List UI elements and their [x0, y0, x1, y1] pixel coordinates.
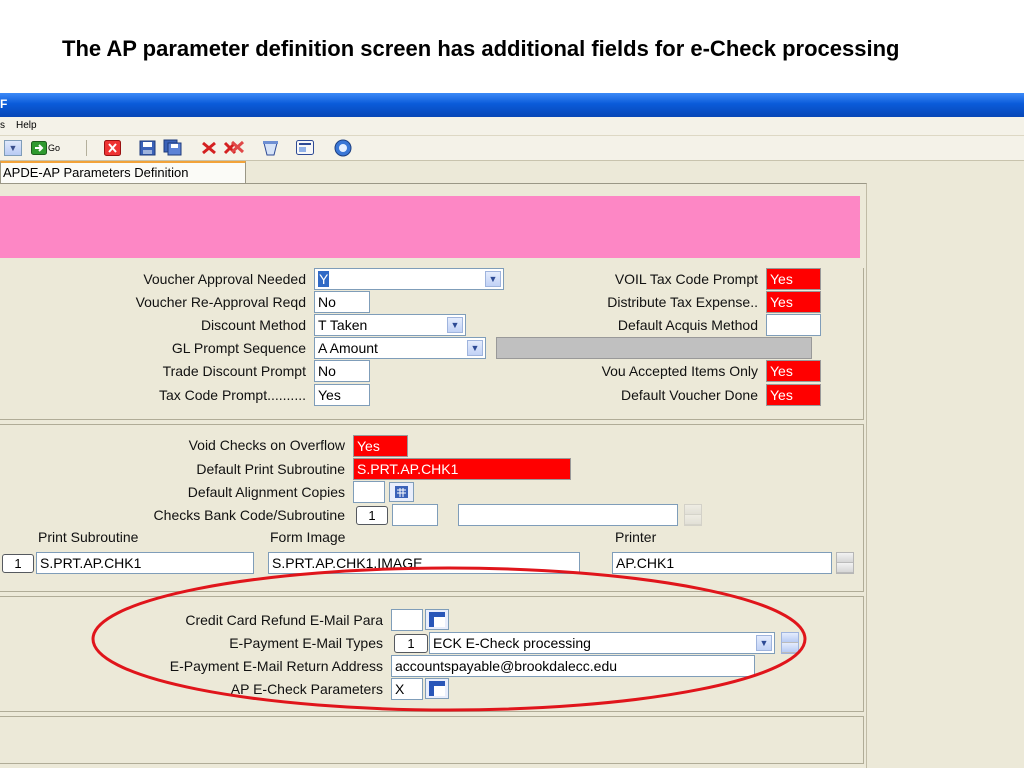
distribute-tax-expense-label: Distribute Tax Expense..	[607, 294, 758, 310]
chevron-down-icon[interactable]: ▼	[447, 317, 463, 333]
credit-card-refund-email-para-field[interactable]	[391, 609, 423, 631]
epayment-email-types-select[interactable]: ECK E-Check processing ▼	[429, 632, 775, 654]
process-combo-dropdown[interactable]: ▼	[4, 139, 22, 156]
voil-tax-code-prompt-label: VOIL Tax Code Prompt	[614, 271, 758, 287]
discount-method-label: Discount Method	[200, 317, 306, 333]
form-image-header: Form Image	[270, 529, 346, 545]
calendar-lookup-icon[interactable]	[389, 482, 414, 502]
tax-code-prompt-label: Tax Code Prompt..........	[158, 387, 306, 403]
window-button[interactable]	[296, 139, 314, 156]
go-button[interactable]: Go	[31, 139, 60, 156]
default-acquis-method-label: Default Acquis Method	[617, 317, 758, 333]
detail-window-icon[interactable]	[425, 678, 449, 699]
e-payment-panel: Credit Card Refund E-Mail Para E-Payment…	[0, 596, 864, 712]
epayment-email-return-address-label: E-Payment E-Mail Return Address	[169, 658, 383, 674]
voil-tax-code-prompt-field[interactable]: Yes	[766, 268, 821, 290]
vou-accepted-items-only-field[interactable]: Yes	[766, 360, 821, 382]
go-label: Go	[48, 142, 61, 153]
toolbar: ▼ Go	[0, 136, 1024, 161]
default-acquis-method-field[interactable]	[766, 314, 821, 336]
tab-strip: APDE-AP Parameters Definition	[0, 161, 1024, 183]
printer-header: Printer	[615, 529, 657, 545]
void-checks-on-overflow-field[interactable]: Yes	[353, 435, 408, 457]
menu-item-partial[interactable]: s	[0, 120, 5, 131]
epayment-email-types-index[interactable]: 1	[394, 634, 428, 653]
bottom-panel	[0, 716, 864, 764]
toolbar-separator	[86, 140, 87, 156]
menu-bar: s Help	[0, 117, 1024, 136]
epayment-email-types-label: E-Payment E-Mail Types	[229, 635, 383, 651]
checks-bank-subroutine-field[interactable]	[458, 504, 678, 526]
chevron-down-icon[interactable]: ▼	[485, 271, 501, 287]
go-arrow-icon	[31, 140, 47, 155]
form-image-field[interactable]: S.PRT.AP.CHK1.IMAGE	[268, 552, 580, 574]
voucher-parameters-panel: Voucher Approval Needed Y ▼ Voucher Re-A…	[0, 268, 864, 420]
ap-echeck-parameters-label: AP E-Check Parameters	[230, 681, 383, 697]
print-row-index[interactable]: 1	[2, 554, 34, 573]
print-subroutine-header: Print Subroutine	[38, 529, 139, 545]
chevron-down-icon: ▼	[4, 139, 22, 156]
checks-bank-code-field[interactable]	[392, 504, 438, 526]
trade-discount-prompt-label: Trade Discount Prompt	[162, 363, 306, 379]
help-button[interactable]	[334, 139, 352, 156]
form-content: Voucher Approval Needed Y ▼ Voucher Re-A…	[0, 183, 867, 768]
application-window: F s Help ▼ Go APDE-AP Parameters Definit…	[0, 93, 1024, 768]
checks-bank-scrollbar[interactable]	[684, 504, 702, 526]
save-icon	[139, 140, 156, 155]
header-band	[0, 196, 860, 258]
gl-prompt-sequence-select[interactable]: A Amount ▼	[314, 337, 486, 359]
ap-echeck-parameters-field[interactable]: X	[391, 678, 423, 700]
void-checks-on-overflow-label: Void Checks on Overflow	[188, 437, 345, 453]
delete-all-button[interactable]	[223, 139, 245, 156]
discount-method-select[interactable]: T Taken ▼	[314, 314, 466, 336]
voucher-approval-needed-label: Voucher Approval Needed	[143, 271, 306, 287]
delete-x-icon	[202, 141, 216, 154]
save-button[interactable]	[139, 139, 156, 156]
checks-bank-code-label: Checks Bank Code/Subroutine	[153, 507, 345, 523]
delete-all-x-icon	[223, 140, 245, 154]
chevron-down-icon[interactable]: ▼	[467, 340, 483, 356]
bucket-icon	[263, 140, 278, 155]
epayment-email-return-address-field[interactable]: accountspayable@brookdalecc.edu	[391, 655, 755, 677]
print-subroutine-field[interactable]: S.PRT.AP.CHK1	[36, 552, 254, 574]
tab-apde-parameters[interactable]: APDE-AP Parameters Definition	[0, 161, 246, 183]
default-print-subroutine-field[interactable]: S.PRT.AP.CHK1	[353, 458, 571, 480]
window-icon	[296, 140, 314, 155]
slide-title: The AP parameter definition screen has a…	[62, 36, 900, 61]
detail-window-icon[interactable]	[425, 609, 449, 630]
email-types-scrollbar[interactable]	[781, 632, 799, 654]
acquis-method-description	[496, 337, 812, 359]
check-printing-panel: Void Checks on Overflow Yes Default Prin…	[0, 424, 864, 592]
gl-prompt-sequence-label: GL Prompt Sequence	[171, 340, 306, 356]
default-voucher-done-label: Default Voucher Done	[621, 387, 758, 403]
cancel-icon	[104, 139, 121, 156]
save-all-button[interactable]	[163, 139, 182, 156]
trade-discount-prompt-field[interactable]: No	[314, 360, 370, 382]
print-rows-scrollbar[interactable]	[836, 552, 854, 574]
chevron-down-icon[interactable]: ▼	[756, 635, 772, 651]
default-print-subroutine-label: Default Print Subroutine	[196, 461, 345, 477]
cancel-button[interactable]	[104, 139, 121, 156]
voucher-approval-needed-select[interactable]: Y ▼	[314, 268, 504, 290]
default-alignment-copies-field[interactable]	[353, 481, 385, 503]
tax-code-prompt-field[interactable]: Yes	[314, 384, 370, 406]
clear-button[interactable]	[262, 139, 279, 156]
printer-field[interactable]: AP.CHK1	[612, 552, 832, 574]
window-title: F	[0, 97, 8, 111]
vou-accepted-items-only-label: Vou Accepted Items Only	[601, 363, 758, 379]
credit-card-refund-email-para-label: Credit Card Refund E-Mail Para	[185, 612, 383, 628]
distribute-tax-expense-field[interactable]: Yes	[766, 291, 821, 313]
save-all-icon	[163, 139, 182, 156]
voucher-reapproval-reqd-field[interactable]: No	[314, 291, 370, 313]
default-alignment-copies-label: Default Alignment Copies	[187, 484, 345, 500]
help-globe-icon	[334, 139, 352, 156]
menu-item-help[interactable]: Help	[16, 120, 37, 131]
window-titlebar[interactable]: F	[0, 93, 1024, 117]
voucher-reapproval-reqd-label: Voucher Re-Approval Reqd	[135, 294, 306, 310]
checks-bank-index[interactable]: 1	[356, 506, 388, 525]
delete-button[interactable]	[200, 139, 218, 156]
default-voucher-done-field[interactable]: Yes	[766, 384, 821, 406]
